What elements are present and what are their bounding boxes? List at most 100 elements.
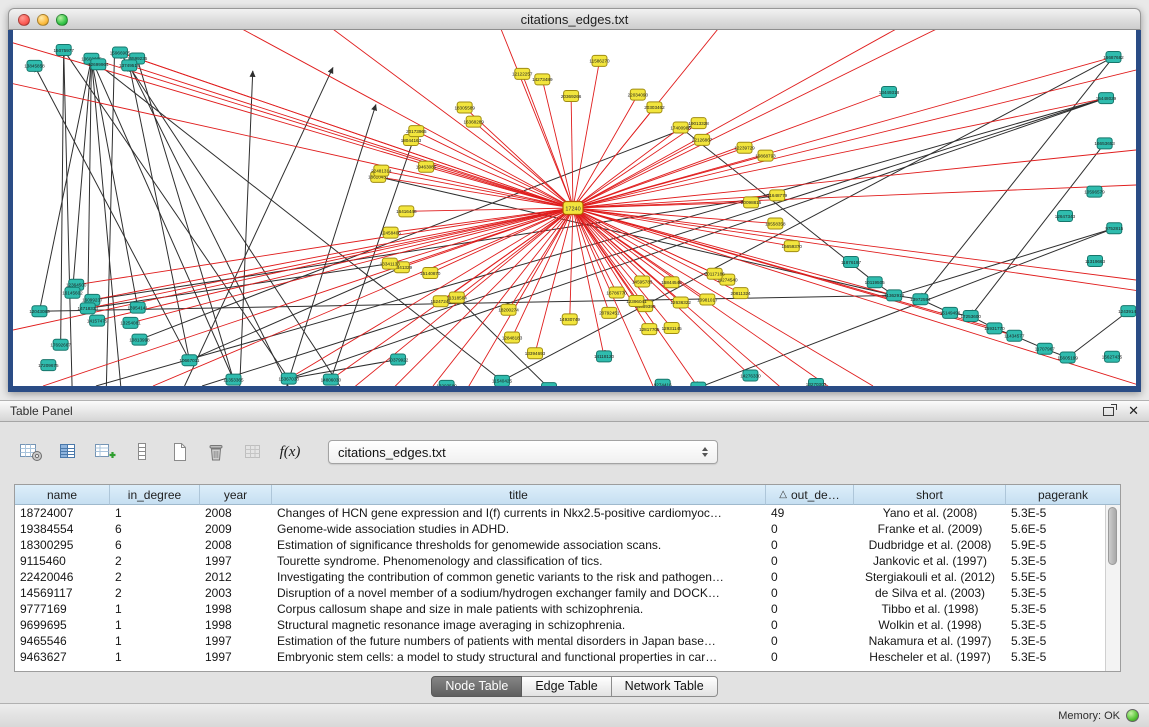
cell-in_degree: 1 [110,505,200,521]
function-builder-icon[interactable]: f(x) [277,439,303,465]
network-edge[interactable] [573,57,1113,208]
column-header-pagerank[interactable]: pagerank [1006,485,1120,505]
table-row[interactable]: 946362711997Embryonic stem cells: a mode… [15,649,1120,665]
network-edge[interactable] [1068,311,1129,357]
network-edge[interactable] [971,143,1105,316]
cell-short: Franke et al. (2009) [854,521,1006,537]
network-edge[interactable] [571,96,573,208]
table-row[interactable]: 1872400712008Changes of HCN gene express… [15,505,1120,521]
column-header-year[interactable]: year [200,485,272,505]
cell-in_degree: 2 [110,569,200,585]
table-row[interactable]: 2242004622012Investigating the contribut… [15,569,1120,585]
table-row[interactable]: 1938455462009Genome-wide association stu… [15,521,1120,537]
close-button[interactable] [18,14,30,26]
table-row[interactable]: 1830029562008Estimation of significance … [15,537,1120,553]
new-table-icon[interactable] [166,439,192,465]
network-edge[interactable] [573,30,963,208]
network-edge[interactable] [698,228,1114,386]
minimize-button[interactable] [37,14,49,26]
network-node-label: 13270303 [806,382,827,386]
table-row[interactable]: 977716911998Corpus callosum shape and si… [15,601,1120,617]
network-edge[interactable] [573,127,681,208]
close-panel-icon[interactable]: ✕ [1128,405,1139,417]
network-node-label: 14157475 [87,318,108,323]
cell-pagerank: 5.3E-5 [1006,553,1105,569]
network-edge[interactable] [39,59,91,311]
import-table-icon[interactable] [240,439,266,465]
cell-name: 9463627 [15,649,110,665]
column-header-short[interactable]: short [854,485,1006,505]
network-canvas[interactable]: 1395414114157475120430831609923712364500… [13,30,1136,386]
cell-short: Nakamura et al. (1997) [854,633,1006,649]
network-edge[interactable] [91,59,137,308]
tab-node-table[interactable]: Node Table [431,676,522,697]
network-edge[interactable] [129,65,573,208]
network-edge[interactable] [106,50,114,386]
network-node-label: 9274416 [654,383,672,386]
network-edge[interactable] [202,98,1106,386]
cell-out_degree: 0 [766,521,854,537]
table-row[interactable]: 969969511998Structural magnetic resonanc… [15,617,1120,633]
rows-icon[interactable] [129,439,155,465]
network-edge[interactable] [573,61,599,208]
network-edge[interactable] [92,208,573,300]
network-edge[interactable] [381,171,573,208]
column-header-name[interactable]: name [15,485,110,505]
cell-title: Disruption of a novel member of a sodium… [272,585,766,601]
cell-out_degree: 0 [766,617,854,633]
network-edge[interactable] [91,59,573,208]
network-edge[interactable] [64,50,72,386]
network-edge[interactable] [76,30,573,208]
network-edge[interactable] [406,208,573,211]
panel-splitter[interactable]: ▾ [0,392,1149,400]
network-node-label: 18200274 [498,307,519,312]
float-panel-icon[interactable] [1103,407,1114,416]
network-edge[interactable] [573,183,1136,208]
network-edge[interactable] [88,208,573,308]
table-row[interactable]: 946554611997Estimation of the future num… [15,633,1120,649]
network-node-label: 16786770 [606,290,627,295]
network-edge[interactable] [894,228,1114,295]
network-edge[interactable] [137,58,573,208]
table-row[interactable]: 911546021997Tourette syndrome. Phenomeno… [15,553,1120,569]
network-node-label: 10119505 [865,280,886,285]
network-node-label: 15966905 [110,50,131,55]
show-columns-icon[interactable] [55,439,81,465]
column-header-in_degree[interactable]: in_degree [110,485,200,505]
network-edge[interactable] [120,53,340,386]
network-edge[interactable] [240,71,253,386]
network-edge[interactable] [135,208,573,386]
network-edge[interactable] [416,131,573,208]
network-edge[interactable] [13,74,573,208]
create-column-icon[interactable] [92,439,118,465]
network-edge[interactable] [43,208,573,386]
network-node-label: 12699964 [88,62,109,67]
memory-indicator-icon[interactable] [1126,709,1139,722]
tab-network-table[interactable]: Network Table [612,676,718,697]
tab-edge-table[interactable]: Edge Table [522,676,611,697]
network-edge[interactable] [573,208,1136,386]
network-edge[interactable] [97,208,573,321]
network-edge[interactable] [34,66,189,360]
column-header-out_degree[interactable]: △out_de… [766,485,854,505]
scrollbar-thumb[interactable] [1108,507,1117,565]
table-options-icon[interactable] [18,439,44,465]
network-window-titlebar[interactable]: citations_edges.txt [8,8,1141,30]
delete-column-icon[interactable] [203,439,229,465]
network-edge[interactable] [129,65,189,360]
network-edge[interactable] [411,140,573,208]
column-header-title[interactable]: title [272,485,766,505]
network-edge[interactable] [153,208,573,386]
network-edge[interactable] [13,208,573,330]
network-edge[interactable] [570,208,573,319]
network-edge[interactable] [573,98,1106,208]
status-bar: Memory: OK [0,703,1149,727]
network-edge[interactable] [573,208,1136,280]
network-edge[interactable] [509,208,573,310]
table-vertical-scrollbar[interactable] [1105,505,1120,671]
network-edge[interactable] [573,150,1136,208]
table-row[interactable]: 1456911722003Disruption of a novel membe… [15,585,1120,601]
network-table-selector[interactable]: citations_edges.txt [328,440,718,464]
network-edge[interactable] [474,122,573,208]
zoom-button[interactable] [56,14,68,26]
